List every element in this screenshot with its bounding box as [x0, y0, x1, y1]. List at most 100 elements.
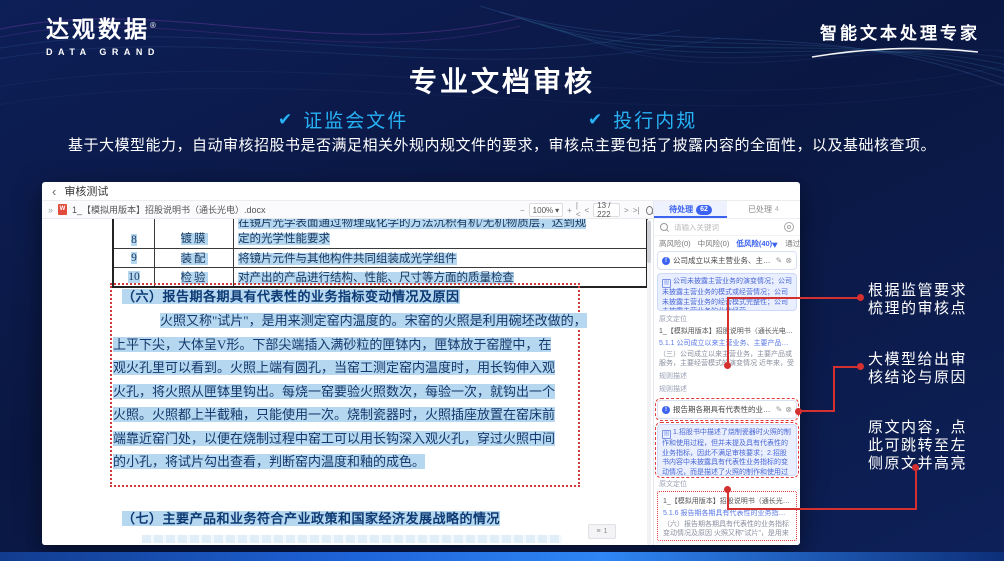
- info-icon: !: [662, 406, 670, 414]
- paragraph-line: 观火孔里可以看到。火照上端有圆孔，当窑工测定窑内温度时，用长钩伸入观: [113, 360, 555, 375]
- quote-icon: 图: [662, 430, 671, 439]
- callout2-dot: [795, 408, 802, 415]
- table-cell: 8: [131, 234, 137, 246]
- cursor-flag-icon: [772, 240, 779, 248]
- settings-icon[interactable]: [784, 222, 794, 232]
- pending-count-badge: 62: [696, 205, 712, 215]
- last-page-button[interactable]: >|: [633, 206, 640, 215]
- menu-icon: ≡: [597, 528, 601, 535]
- page-number-badge: ≡ 1: [588, 524, 616, 539]
- prev-page-button[interactable]: <: [585, 206, 590, 215]
- review-point-card-highlighted[interactable]: ! 报告期各期具有代表性的业务指标变动情况及原因 ✎ ⊗: [657, 400, 797, 419]
- zoom-level-select[interactable]: 100% ▾: [529, 203, 563, 217]
- callout2-line: [833, 366, 835, 412]
- callout-review-points: 根据监管要求 梳理的审核点: [868, 282, 967, 318]
- word-doc-icon: W: [58, 204, 67, 215]
- zoom-in-button[interactable]: +: [567, 206, 572, 215]
- panel-search-row: [654, 219, 800, 236]
- document-paragraph: 火照又称"试片"，是用来测定窑内温度的。宋窑的火照是利用碗坯改做的， 上平下尖，…: [113, 309, 550, 474]
- slide: 达观数据® DATA GRAND 智能文本处理专家 专业文档审核 ✔ 证监会文件…: [0, 0, 1004, 561]
- chevron-down-icon: ▾: [555, 206, 559, 215]
- close-icon[interactable]: ⊗: [785, 257, 792, 265]
- table-cell: 10: [128, 271, 140, 283]
- next-page-button[interactable]: >: [624, 206, 629, 215]
- filter-passed[interactable]: 通过(22): [785, 238, 800, 249]
- tab-done[interactable]: 已处理 4: [727, 201, 800, 218]
- review-point-title: 公司成立以来主营业务、主要产品或服务、主要…: [673, 255, 773, 266]
- origin-excerpt[interactable]: （六）报告期各期具有代表性的业务指标变动情况及原因 火照又称"试片"，是用来测定…: [663, 520, 791, 538]
- callout1-dot: [724, 362, 731, 369]
- filter-mid-risk[interactable]: 中风险(0): [698, 238, 730, 249]
- section7-heading: （七）主要产品和业务符合产业政策和国家经济发展战略的情况: [122, 508, 500, 527]
- tab-pending[interactable]: 待处理 62: [654, 201, 727, 218]
- collapse-icon[interactable]: »: [48, 205, 53, 215]
- check-icon: ✔: [278, 110, 294, 130]
- table-cell-line: 在镜片光学表面通过物理或化学的方法沉积有机/无机物质层，达到规: [238, 219, 586, 229]
- zoom-out-button[interactable]: −: [520, 206, 525, 215]
- check-icon: ✔: [588, 110, 604, 130]
- page-title: 专业文档审核: [0, 60, 1004, 100]
- page-indicator[interactable]: 13 / 222: [593, 203, 620, 217]
- callout3-line: [915, 467, 917, 510]
- paragraph-line: 端靠近窑门处，以便在烧制过程中窑工可以用长钩深入观火孔，穿过火照中间: [113, 431, 555, 446]
- callout1-dot: [857, 294, 864, 301]
- paragraph-line: 火照。火照都上半截釉，只能使用一次。烧制瓷器时，火照插座放置在窑床前: [113, 407, 555, 422]
- zoom-pager-controls: − 100% ▾ + |< < 13 / 222 > >|: [520, 201, 653, 219]
- ai-conclusion-box-highlighted[interactable]: 图1.招股书中描述了烧制瓷器时火照的制作和使用过程，但并未提及具有代表性的业务指…: [657, 424, 797, 476]
- quote-icon: 图: [662, 279, 671, 288]
- table-cell: 9: [131, 252, 137, 264]
- callout1-line: [727, 297, 729, 365]
- keyword-search-input[interactable]: [672, 222, 768, 233]
- document-filename-tab[interactable]: 1_【模拟用版本】招股说明书（通长光电）.docx: [72, 203, 266, 216]
- info-icon: !: [662, 257, 670, 265]
- callout3-line: [727, 508, 917, 510]
- edit-icon[interactable]: ✎: [776, 406, 783, 414]
- scrollbar-thumb[interactable]: [647, 221, 651, 263]
- table-row: 8 镀膜 在镜片光学表面通过物理或化学的方法沉积有机/无机物质层，达到规 定的光…: [113, 219, 647, 249]
- bullet-label: 投行内规: [613, 106, 697, 133]
- rule-label: 规则描述: [659, 384, 795, 394]
- rule-label: 规则描述: [659, 544, 795, 545]
- done-count: 4: [775, 206, 779, 213]
- tagline: 智能文本处理专家: [810, 19, 980, 59]
- callout2-line: [798, 410, 835, 412]
- process-table: 8 镀膜 在镜片光学表面通过物理或化学的方法沉积有机/无机物质层，达到规 定的光…: [112, 219, 648, 288]
- callout1-line: [727, 297, 863, 299]
- clipped-text-strip: [142, 535, 562, 543]
- app-window-title: 审核测试: [64, 183, 108, 199]
- logo-en: DATA GRAND: [46, 47, 160, 57]
- paragraph-line: 的小孔，将试片勾出查看，判断窑内温度和釉的成色。: [113, 454, 425, 469]
- paragraph-line: 火孔，将火照从匣钵里钩出。每烧一窑要验火照数次，每验一次，就钩出一个: [113, 384, 555, 399]
- document-viewer: 8 镀膜 在镜片光学表面通过物理或化学的方法沉积有机/无机物质层，达到规 定的光…: [42, 219, 653, 545]
- first-page-button[interactable]: |<: [576, 201, 581, 219]
- logo: 达观数据® DATA GRAND: [46, 10, 160, 57]
- callout2-dot: [857, 363, 864, 370]
- review-point-title: 报告期各期具有代表性的业务指标变动情况及原因: [673, 404, 773, 415]
- edit-icon[interactable]: ✎: [776, 257, 783, 265]
- table-row: 9 装配 将镜片元件与其他构件共同组装成光学组件: [113, 249, 647, 268]
- table-cell: 镀膜: [181, 233, 208, 245]
- table-cell: 装配: [181, 253, 208, 265]
- logo-cn: 达观数据®: [46, 10, 160, 44]
- search-icon: [660, 223, 668, 231]
- callout-ai-conclusion: 大模型给出审 核结论与原因: [868, 351, 967, 387]
- slide-bottom-bar: [0, 552, 1004, 561]
- tagline-underline: [810, 47, 980, 59]
- review-point-card[interactable]: ! 公司成立以来主营业务、主要产品或服务、主要… ✎ ⊗: [657, 251, 797, 270]
- bullet-bank-rules: ✔ 投行内规: [588, 106, 697, 133]
- paragraph-line: 火照又称"试片"，是用来测定窑内温度的。宋窑的火照是利用碗坯改做的，: [160, 313, 587, 328]
- back-button[interactable]: ‹: [52, 186, 56, 197]
- close-icon[interactable]: ⊗: [785, 406, 792, 414]
- callout3-dot: [912, 464, 919, 471]
- registered-mark: ®: [150, 21, 159, 30]
- table-cell-line: 定的光学性能要求: [238, 233, 330, 245]
- paragraph-line: 上平下尖，大体呈V形。下部尖端插入满砂粒的匣钵内，匣钵放于窑膛中，在: [113, 337, 551, 352]
- filter-low-risk[interactable]: 低风险(40): [736, 238, 778, 249]
- table-cell: 将镜片元件与其他构件共同组装成光学组件: [238, 253, 457, 265]
- filter-high-risk[interactable]: 高风险(0): [659, 238, 691, 249]
- bullet-label: 证监会文件: [303, 106, 408, 133]
- app-titlebar: ‹ 审核测试: [42, 182, 800, 201]
- callout3-dot: [724, 486, 731, 493]
- bullet-csrc-documents: ✔ 证监会文件: [278, 106, 408, 133]
- document-scrollbar[interactable]: [647, 219, 651, 545]
